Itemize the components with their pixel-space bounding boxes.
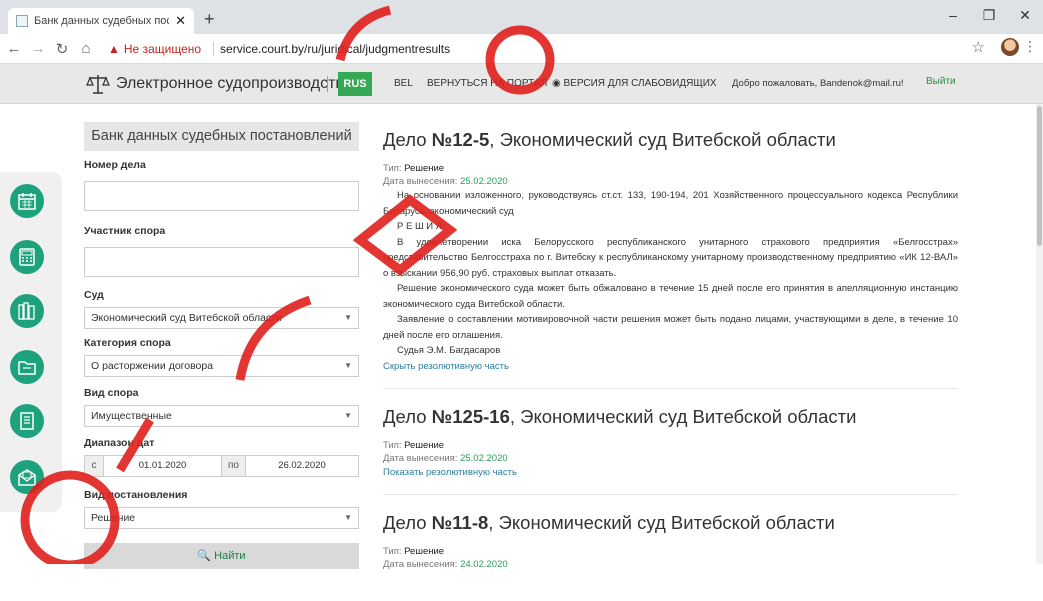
lang-rus-button[interactable]: RUS [338, 72, 372, 96]
case-number: №11-8 [431, 511, 489, 533]
favicon-icon [16, 15, 28, 27]
new-tab-button[interactable]: + [204, 10, 215, 28]
lang-bel-link[interactable]: BEL [394, 78, 413, 89]
case-title[interactable]: Дело №12-5, Экономический суд Витебской … [383, 128, 958, 152]
case-card: Дело №125-16, Экономический суд Витебско… [383, 405, 958, 495]
low-vision-link[interactable]: ◉ ВЕРСИЯ ДЛЯ СЛАБОВИДЯЩИХ [552, 78, 717, 89]
tab-title: Банк данных судебных постано [34, 15, 169, 27]
back-arrow-icon[interactable]: ← [4, 40, 24, 57]
chevron-down-icon: ▼ [344, 313, 352, 322]
ruling-paragraph: Заявление о составлении мотивировочной ч… [383, 314, 958, 341]
case-type: Тип: Решение [383, 545, 445, 557]
category-value: О расторжении договора [91, 360, 214, 372]
chevron-down-icon: ▼ [344, 513, 352, 522]
case-date: Дата вынесения: 25.02.2020 [383, 176, 508, 187]
court-select[interactable]: Экономический суд Витебской области ▼ [84, 307, 359, 329]
date-from-input[interactable]: 01.01.2020 [104, 455, 222, 477]
browser-tabstrip: Банк данных судебных постано ✕ + – ❐ ✕ [0, 0, 1043, 34]
participant-input[interactable] [84, 247, 359, 277]
welcome-text: Добро пожаловать, Bandenok@mail.ru! [732, 78, 904, 89]
omnibox-divider [213, 42, 215, 56]
ruling-paragraph: Р Е Ш И Л: [397, 221, 445, 232]
url-text[interactable]: service.court.by/ru/juridical/judgmentre… [220, 42, 450, 56]
ruling-paragraph: В удовлетворении иска Белорусского респу… [383, 236, 958, 279]
court-label: Суд [84, 289, 104, 301]
search-form: Банк данных судебных постановлений Номер… [84, 122, 359, 569]
ruling-type-select[interactable]: Решение ▼ [84, 507, 359, 529]
judge-signature: Судья Э.М. Багдасаров [397, 345, 501, 356]
browser-toolbar: ← → ↻ ⌂ ▲ Не защищено service.court.by/r… [0, 34, 1043, 64]
calendar-icon[interactable] [10, 184, 44, 218]
ruling-paragraph: Решение экономического суда может быть о… [383, 283, 958, 310]
dispute-type-select[interactable]: Имущественные ▼ [84, 405, 359, 427]
page-scrollbar[interactable] [1036, 104, 1043, 564]
search-button[interactable]: 🔍 Найти [84, 543, 359, 569]
security-label[interactable]: Не защищено [124, 42, 201, 56]
case-type: Тип: Решение [383, 163, 445, 174]
date-to-addon: по [222, 455, 246, 477]
category-select[interactable]: О расторжении договора ▼ [84, 355, 359, 377]
case-title[interactable]: Дело №125-16, Экономический суд Витебско… [383, 405, 958, 429]
chevron-down-icon: ▼ [344, 361, 352, 370]
brand-divider [327, 76, 328, 92]
scrollbar-thumb[interactable] [1037, 106, 1042, 246]
browser-tab[interactable]: Банк данных судебных постано ✕ [8, 8, 194, 34]
forward-arrow-icon[interactable]: → [28, 40, 48, 57]
date-from-addon: с [84, 455, 104, 477]
maximize-button[interactable]: ❐ [971, 4, 1007, 26]
case-date: Дата вынесения: 24.02.2020 [383, 558, 508, 570]
logout-link[interactable]: Выйти [926, 76, 956, 87]
site-brand[interactable]: Электронное судопроизводство [86, 73, 353, 95]
scales-icon [86, 75, 110, 94]
case-type: Тип: Решение [383, 439, 445, 451]
category-label: Категория спора [84, 337, 171, 349]
warning-icon: ▲ [108, 42, 120, 56]
participant-label: Участник спора [84, 225, 166, 237]
court-value: Экономический суд Витебской области [91, 312, 282, 324]
tab-close-icon[interactable]: ✕ [175, 13, 186, 29]
back-to-portal-link[interactable]: ВЕРНУТЬСЯ НА ПОРТАЛ [427, 78, 547, 89]
dispute-type-label: Вид спора [84, 387, 139, 399]
results-list: Дело №12-5, Экономический суд Витебской … [383, 128, 958, 601]
site-header: Электронное судопроизводство RUS BEL ВЕР… [0, 64, 1043, 104]
ruling-paragraph: На основании изложенного, руководствуясь… [383, 190, 958, 217]
case-number: №125-16 [431, 405, 510, 427]
case-number-label: Номер дела [84, 159, 146, 171]
date-range-row: с 01.01.2020 по 26.02.2020 [84, 455, 359, 477]
books-icon[interactable] [10, 294, 44, 328]
show-operative-part-link[interactable]: Показать резолютивную часть [383, 465, 958, 480]
date-to-input[interactable]: 26.02.2020 [246, 455, 359, 477]
folder-icon[interactable] [10, 350, 44, 384]
browser-menu-icon[interactable]: ⋮ [1023, 38, 1037, 55]
dispute-type-value: Имущественные [91, 410, 172, 422]
case-number-input[interactable] [84, 181, 359, 211]
case-card: Дело №11-8, Экономический суд Витебской … [383, 511, 958, 585]
ruling-type-label: Вид постановления [84, 489, 188, 501]
case-title[interactable]: Дело №11-8, Экономический суд Витебской … [383, 511, 958, 535]
chevron-down-icon: ▼ [344, 411, 352, 420]
bookmark-star-icon[interactable]: ☆ [972, 38, 985, 56]
case-date: Дата вынесения: 25.02.2020 [383, 452, 508, 464]
window-controls: – ❐ ✕ [935, 4, 1043, 26]
calculator-icon[interactable] [10, 240, 44, 274]
case-card: Дело №12-5, Экономический суд Витебской … [383, 128, 958, 389]
address-bar[interactable]: ▲ Не защищено service.court.by/ru/juridi… [108, 38, 988, 60]
case-number: №12-5 [431, 129, 490, 150]
reload-icon[interactable]: ↻ [52, 40, 72, 58]
brand-title: Электронное судопроизводство [116, 75, 353, 92]
date-range-label: Диапазон дат [84, 437, 155, 449]
home-icon[interactable]: ⌂ [76, 40, 96, 57]
close-window-button[interactable]: ✕ [1007, 4, 1043, 26]
document-icon[interactable] [10, 404, 44, 438]
minimize-button[interactable]: – [935, 4, 971, 26]
envelope-icon[interactable] [10, 460, 44, 494]
form-title: Банк данных судебных постановлений [84, 122, 359, 151]
profile-avatar[interactable] [1001, 38, 1019, 56]
ruling-type-value: Решение [91, 512, 136, 524]
hide-operative-part-link[interactable]: Скрыть резолютивную часть [383, 359, 958, 374]
